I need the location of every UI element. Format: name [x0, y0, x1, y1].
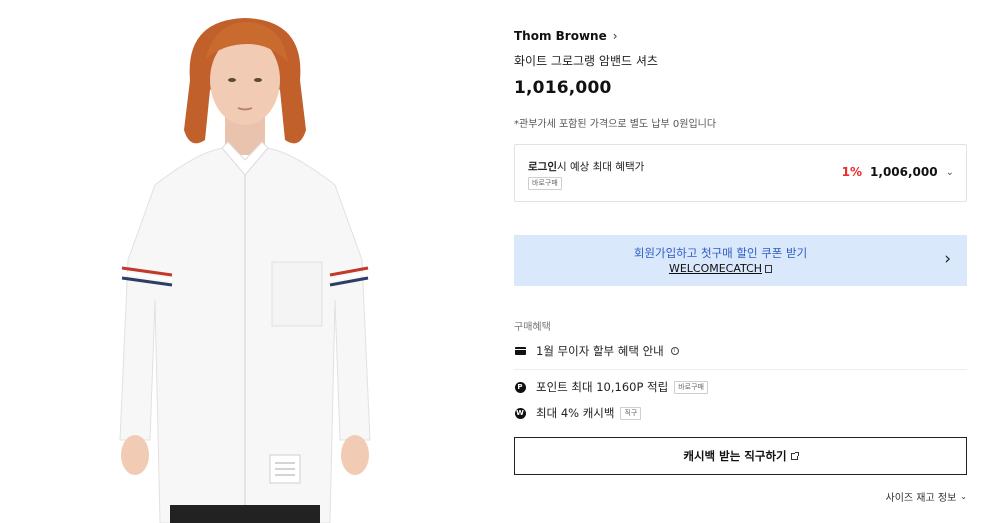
- installment-benefit-row[interactable]: 1월 무이자 할부 혜택 안내 i: [514, 343, 679, 359]
- credit-card-icon: [514, 345, 526, 357]
- cashback-badge: 직구: [620, 406, 642, 420]
- brand-name: Thom Browne: [514, 29, 607, 43]
- purchase-benefits-title: 구매혜택: [514, 322, 551, 333]
- info-icon[interactable]: i: [670, 347, 679, 355]
- cashback-benefit-row: W 최대 4% 캐시백 직구: [514, 405, 642, 421]
- coupon-code-row: WELCOMECATCH: [514, 262, 927, 275]
- discounted-price: 1,006,000: [870, 165, 938, 179]
- points-benefit-row: P 포인트 최대 10,160P 적립 바로구매: [514, 379, 708, 395]
- discount-percent: 1%: [841, 165, 863, 179]
- chevron-down-icon: ⌄: [960, 492, 967, 501]
- product-name: 화이트 그로그랭 암밴드 셔츠: [514, 54, 658, 68]
- product-info: Thom Browne › 화이트 그로그랭 암밴드 셔츠 1,016,000 …: [514, 0, 967, 523]
- points-text: 포인트 최대 10,160P 적립: [536, 380, 669, 394]
- tax-note: *관부가세 포함된 가격으로 별도 납부 0원입니다: [514, 119, 717, 130]
- size-stock-toggle[interactable]: 사이즈 재고 정보 ⌄: [886, 489, 967, 504]
- chevron-right-icon: ›: [612, 29, 618, 43]
- points-badge: 바로구매: [674, 380, 708, 394]
- divider: [514, 369, 967, 370]
- chevron-right-icon: ›: [944, 249, 951, 269]
- login-benefit-label-rest: 시 예상 최대 혜택가: [556, 161, 645, 173]
- signup-coupon-banner[interactable]: 회원가입하고 첫구매 할인 쿠폰 받기 WELCOMECATCH ›: [514, 235, 967, 286]
- product-image[interactable]: [0, 0, 470, 523]
- cashback-direct-buy-button[interactable]: 캐시백 받는 직구하기: [514, 437, 967, 475]
- product-price: 1,016,000: [514, 78, 612, 98]
- login-benefit-label: 로그인시 예상 최대 혜택가: [528, 159, 644, 174]
- copy-icon[interactable]: [765, 265, 773, 273]
- login-benefit-dropdown[interactable]: 로그인시 예상 최대 혜택가 바로구매 1% 1,006,000 ⌄: [514, 144, 967, 202]
- brand-link[interactable]: Thom Browne ›: [514, 29, 618, 43]
- direct-purchase-badge: 바로구매: [528, 177, 562, 190]
- product-photo: [119, 18, 371, 523]
- size-stock-label: 사이즈 재고 정보: [885, 493, 957, 504]
- cashback-text: 최대 4% 캐시백: [536, 406, 615, 420]
- coupon-banner-title: 회원가입하고 첫구매 할인 쿠폰 받기: [633, 246, 808, 260]
- chevron-down-icon: ⌄: [945, 166, 954, 178]
- coupon-code[interactable]: WELCOMECATCH: [669, 262, 762, 275]
- external-link-icon: [790, 451, 799, 460]
- cashback-button-label: 캐시백 받는 직구하기: [683, 449, 787, 463]
- benefit-price-summary: 1% 1,006,000 ⌄: [842, 165, 954, 179]
- installment-text: 1월 무이자 할부 혜택 안내: [536, 344, 664, 358]
- cashback-icon: W: [514, 407, 526, 419]
- point-icon: P: [514, 381, 526, 393]
- login-benefit-label-bold: 로그인: [528, 161, 557, 173]
